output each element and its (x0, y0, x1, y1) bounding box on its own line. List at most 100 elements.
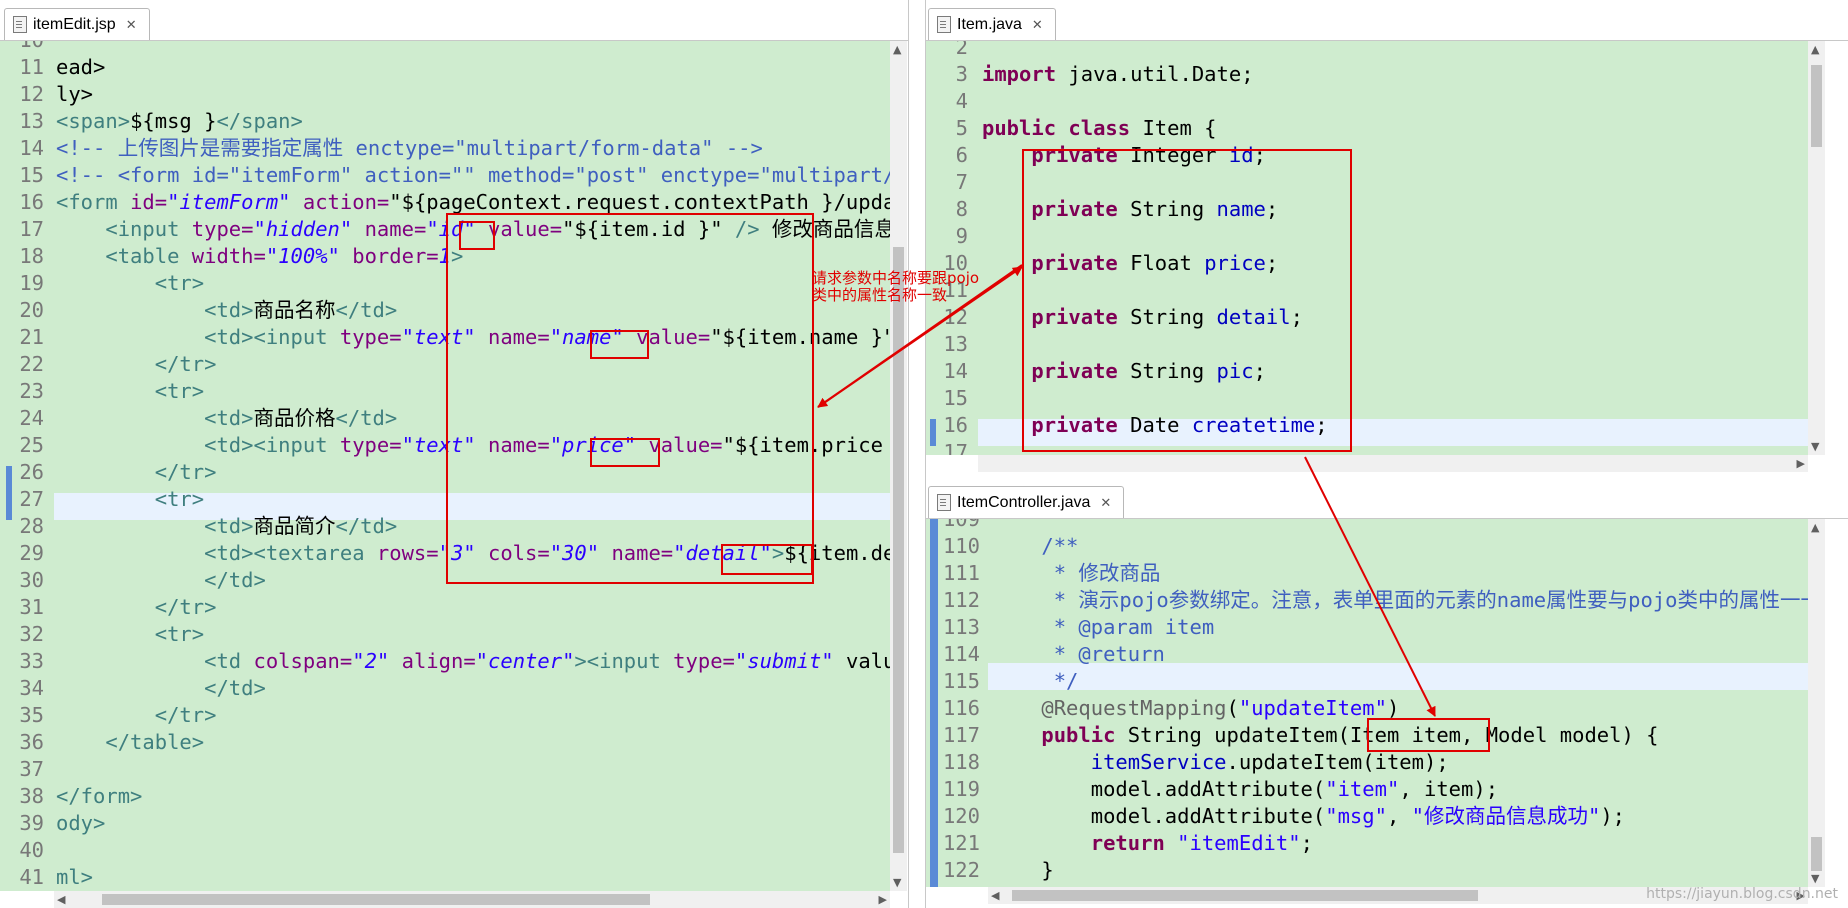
line-number: 33 (19, 649, 44, 673)
scroll-left-icon[interactable]: ◀ (57, 893, 65, 906)
scroll-thumb[interactable] (893, 247, 904, 853)
itemcontroller-java-code-editor[interactable]: 109 110 /** 111 * 修改商品 112 * 演示pojo参数绑定。注意，… (924, 519, 1808, 887)
code-token: /> (734, 217, 760, 241)
code-line: </tr> (56, 351, 217, 378)
code-line: private Date createtime; (982, 412, 1327, 439)
code-token: createtime (1191, 413, 1316, 437)
code-line: </td> (56, 675, 266, 702)
line-number: 119 (942, 777, 980, 801)
code-token: import (982, 62, 1057, 86)
code-token: ) { (1621, 723, 1659, 747)
scroll-up-icon[interactable]: ▲ (1811, 521, 1819, 534)
code-token: , Model (1461, 723, 1560, 747)
close-icon[interactable]: ✕ (1032, 17, 1043, 33)
line-number: 26 (19, 460, 44, 484)
tab-itemcontroller-java[interactable]: ItemController.java ✕ (928, 486, 1125, 518)
code-token: ${msg } (130, 109, 217, 133)
right-bottom-vertical-scrollbar[interactable]: ▲ ▼ (1808, 519, 1825, 887)
right-top-horizontal-scrollbar[interactable]: ▶ (978, 455, 1808, 472)
code-line: private Integer id; (982, 142, 1266, 169)
code-token: * @param item (992, 615, 1215, 639)
left-vertical-scrollbar[interactable]: ▲ ▼ (890, 41, 907, 891)
code-token: "text" (401, 325, 476, 349)
line-number: 17 (19, 217, 44, 241)
scroll-up-icon[interactable]: ▲ (893, 43, 901, 56)
line-number: 20 (19, 298, 44, 322)
line-number: 35 (19, 703, 44, 727)
code-line: */ (992, 668, 1079, 695)
code-token: type= (673, 649, 735, 673)
left-horizontal-scrollbar[interactable]: ◀ ▶ (54, 891, 890, 908)
line-number: 37 (19, 757, 44, 781)
code-token: @RequestMapping (992, 696, 1227, 720)
left-code-editor[interactable]: 1011 ead> 12 ly> 13 <span>${msg }</span> 14 <!-… (0, 41, 890, 891)
line-number: 112 (942, 588, 980, 612)
scroll-right-icon[interactable]: ▶ (879, 893, 887, 906)
scroll-right-icon[interactable]: ▶ (1797, 457, 1805, 470)
scroll-thumb[interactable] (1811, 837, 1822, 871)
code-token: <form (56, 190, 131, 214)
tab-itemedit-jsp[interactable]: itemEdit.jsp ✕ (4, 8, 150, 40)
line-number: 8 (955, 197, 968, 221)
code-line: <table width="100%" border=1> (56, 243, 463, 270)
code-token: detail (1216, 305, 1291, 329)
scroll-down-icon[interactable]: ▼ (1811, 440, 1819, 453)
code-token: private (1031, 305, 1118, 329)
line-number: 27 (19, 487, 44, 511)
code-line: <td>商品名称</td> (56, 297, 397, 324)
scroll-left-icon[interactable]: ◀ (991, 889, 999, 902)
code-line: @RequestMapping("updateItem") (992, 695, 1399, 722)
right-top-editor-pane: Item.java ✕ 2 3 import java.util.Date; 4 5 pu… (924, 0, 1848, 478)
code-line: /** (992, 533, 1078, 560)
code-token: value="提交" /> (845, 649, 890, 673)
code-token: "${item.price }" /></td> (722, 433, 883, 457)
code-token: "${item.id }" (562, 217, 735, 241)
line-number: 12 (943, 305, 968, 329)
scroll-thumb[interactable] (102, 894, 650, 905)
line-number: 34 (19, 676, 44, 700)
code-line: </tr> (56, 459, 217, 486)
line-number: 7 (955, 170, 968, 194)
line-number: 36 (19, 730, 44, 754)
tab-label: ItemController.java (957, 493, 1091, 511)
line-number: 9 (955, 224, 968, 248)
scroll-thumb[interactable] (1012, 890, 1478, 901)
code-line: ody> (56, 810, 105, 837)
pane-divider[interactable] (908, 0, 926, 908)
code-line: <td><input type="text" name="price" valu… (56, 432, 890, 459)
close-icon[interactable]: ✕ (126, 17, 137, 33)
scroll-up-icon[interactable]: ▲ (1811, 43, 1819, 56)
right-top-vertical-scrollbar[interactable]: ▲ ▼ (1808, 41, 1825, 455)
line-number: 14 (19, 136, 44, 160)
code-line: * 修改商品 (992, 560, 1161, 587)
left-tab-bar: itemEdit.jsp ✕ (0, 0, 908, 41)
line-number: 13 (19, 109, 44, 133)
line-number: 11 (19, 55, 44, 79)
code-token: "hidden" (253, 217, 353, 241)
scroll-down-icon[interactable]: ▼ (1811, 872, 1819, 885)
code-token: ${item.detail }</textarea> (784, 541, 890, 565)
code-token: <tr> (154, 271, 205, 295)
tab-item-java[interactable]: Item.java ✕ (928, 8, 1056, 40)
scroll-down-icon[interactable]: ▼ (893, 876, 901, 889)
code-line: <span>${msg }</span> (56, 108, 303, 135)
code-line: * @return (992, 641, 1165, 668)
item-java-code-editor[interactable]: 2 3 import java.util.Date; 4 5 public class I… (924, 41, 1808, 455)
scroll-thumb[interactable] (1811, 65, 1822, 147)
code-token: private (1031, 251, 1118, 275)
close-icon[interactable]: ✕ (1100, 495, 1111, 511)
code-token: private (1031, 143, 1118, 167)
line-number: 16 (943, 413, 968, 437)
code-token: cols= (488, 541, 550, 565)
